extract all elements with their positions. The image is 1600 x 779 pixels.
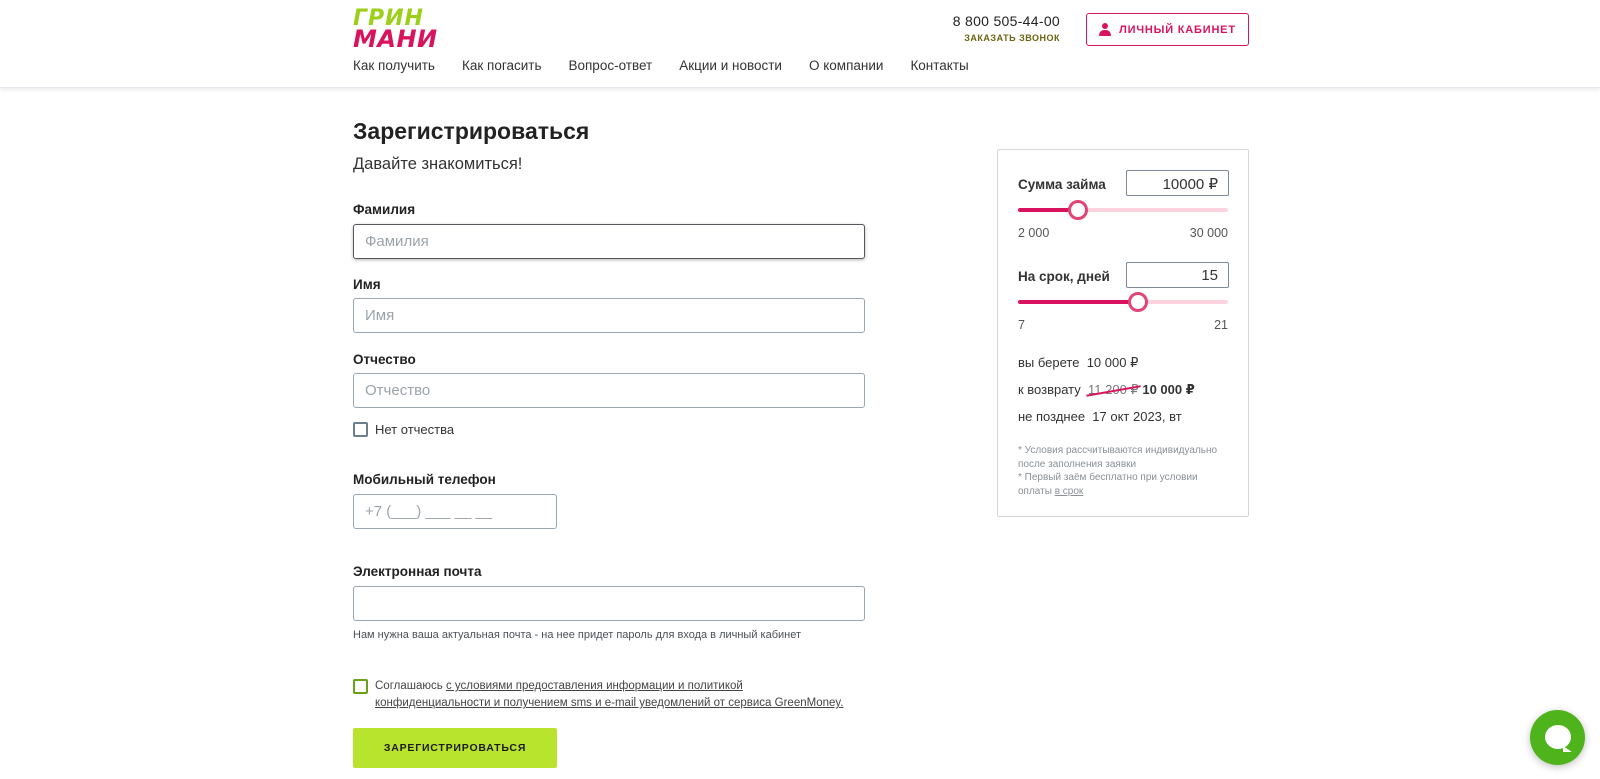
logo-line2: МАНИ	[353, 25, 438, 53]
amount-max: 30 000	[1189, 226, 1228, 240]
term-slider[interactable]	[1018, 292, 1228, 312]
nav-item-how-to-get[interactable]: Как получить	[353, 58, 435, 73]
chat-icon	[1545, 725, 1572, 752]
amount-slider-thumb[interactable]	[1067, 200, 1088, 220]
site-header: ГРИН МАНИ 8 800 505-44-00 ЗАКАЗАТЬ ЗВОНО…	[0, 0, 1600, 88]
no-middle-name-label: Нет отчества	[375, 422, 455, 437]
note-first-loan: * Первый заём бесплатно при условии опла…	[1018, 471, 1233, 498]
phone-number[interactable]: 8 800 505-44-00	[930, 13, 1060, 29]
no-middle-name-row[interactable]: Нет отчества	[353, 422, 454, 437]
email-input[interactable]	[353, 586, 865, 621]
return-old-value: 11 200 ₽	[1088, 382, 1139, 397]
amount-label: Сумма займа	[1018, 177, 1106, 192]
nav-item-faq[interactable]: Вопрос-ответ	[568, 58, 652, 73]
phone-input[interactable]	[353, 494, 557, 529]
take-row: вы берете 10 000 ₽	[1018, 355, 1138, 371]
deadline-label: не позднее	[1018, 409, 1086, 424]
page-title: Зарегистрироваться	[353, 118, 590, 144]
consent-row: Соглашаюсь с условиями предоставления ин…	[353, 678, 853, 712]
logo[interactable]: ГРИН МАНИ	[353, 8, 438, 53]
chat-button[interactable]	[1530, 710, 1585, 765]
last-name-label: Фамилия	[353, 202, 416, 217]
page-subtitle: Давайте знакомиться!	[353, 155, 523, 173]
consent-checkbox[interactable]	[353, 679, 368, 694]
note-individual: * Условия рассчитываются индивидуально п…	[1018, 445, 1218, 470]
register-button[interactable]: ЗАРЕГИСТРИРОВАТЬСЯ	[353, 728, 557, 768]
email-hint: Нам нужна ваша актуальная почта - на нее…	[353, 629, 802, 641]
consent-text: Соглашаюсь с условиями предоставления ин…	[375, 678, 853, 712]
take-label: вы берете	[1018, 355, 1080, 370]
personal-cabinet-label: ЛИЧНЫЙ КАБИНЕТ	[1119, 23, 1236, 36]
note-on-time-link[interactable]: в срок	[1055, 486, 1084, 497]
deadline-value: 17 окт 2023, вт	[1092, 409, 1182, 424]
consent-link[interactable]: с условиями предоставления информации и …	[375, 680, 843, 709]
calculator-notes: * Условия рассчитываются индивидуально п…	[1018, 444, 1233, 498]
last-name-input[interactable]	[353, 224, 865, 259]
deadline-row: не позднее 17 окт 2023, вт	[1018, 409, 1182, 424]
first-name-input[interactable]	[353, 298, 865, 333]
middle-name-input[interactable]	[353, 373, 865, 408]
nav-item-news[interactable]: Акции и новости	[679, 58, 782, 73]
term-label: На срок, дней	[1018, 269, 1110, 284]
term-max: 21	[1214, 318, 1228, 332]
loan-calculator: Сумма займа 10000 ₽ 2 000 30 000 На срок…	[997, 149, 1249, 517]
amount-min: 2 000	[1018, 226, 1050, 240]
contact-phone-block: 8 800 505-44-00 ЗАКАЗАТЬ ЗВОНОК	[930, 13, 1060, 43]
nav-item-about[interactable]: О компании	[809, 58, 883, 73]
term-min: 7	[1018, 318, 1025, 332]
user-icon	[1099, 23, 1112, 36]
phone-label: Мобильный телефон	[353, 472, 496, 487]
consent-prefix: Соглашаюсь	[375, 680, 446, 692]
term-slider-thumb[interactable]	[1127, 292, 1148, 312]
term-slider-fill	[1018, 300, 1138, 304]
return-new-value: 10 000 ₽	[1142, 382, 1195, 397]
no-middle-name-checkbox[interactable]	[353, 422, 368, 437]
first-name-label: Имя	[353, 277, 381, 292]
personal-cabinet-button[interactable]: ЛИЧНЫЙ КАБИНЕТ	[1086, 13, 1249, 46]
return-row: к возврату 11 200 ₽ 10 000 ₽	[1018, 382, 1195, 398]
email-label: Электронная почта	[353, 564, 482, 579]
amount-slider[interactable]	[1018, 200, 1228, 220]
return-label: к возврату	[1018, 382, 1081, 397]
amount-input[interactable]: 10000 ₽	[1126, 170, 1229, 196]
middle-name-label: Отчество	[353, 352, 416, 367]
take-value: 10 000 ₽	[1086, 355, 1139, 370]
callback-link[interactable]: ЗАКАЗАТЬ ЗВОНОК	[930, 33, 1060, 43]
note-first-loan-text: * Первый заём бесплатно при условии опла…	[1018, 472, 1198, 497]
nav-item-how-to-repay[interactable]: Как погасить	[462, 58, 542, 73]
term-input[interactable]: 15	[1126, 262, 1229, 288]
nav-item-contacts[interactable]: Контакты	[910, 58, 968, 73]
main-nav: Как получить Как погасить Вопрос-ответ А…	[353, 58, 969, 73]
